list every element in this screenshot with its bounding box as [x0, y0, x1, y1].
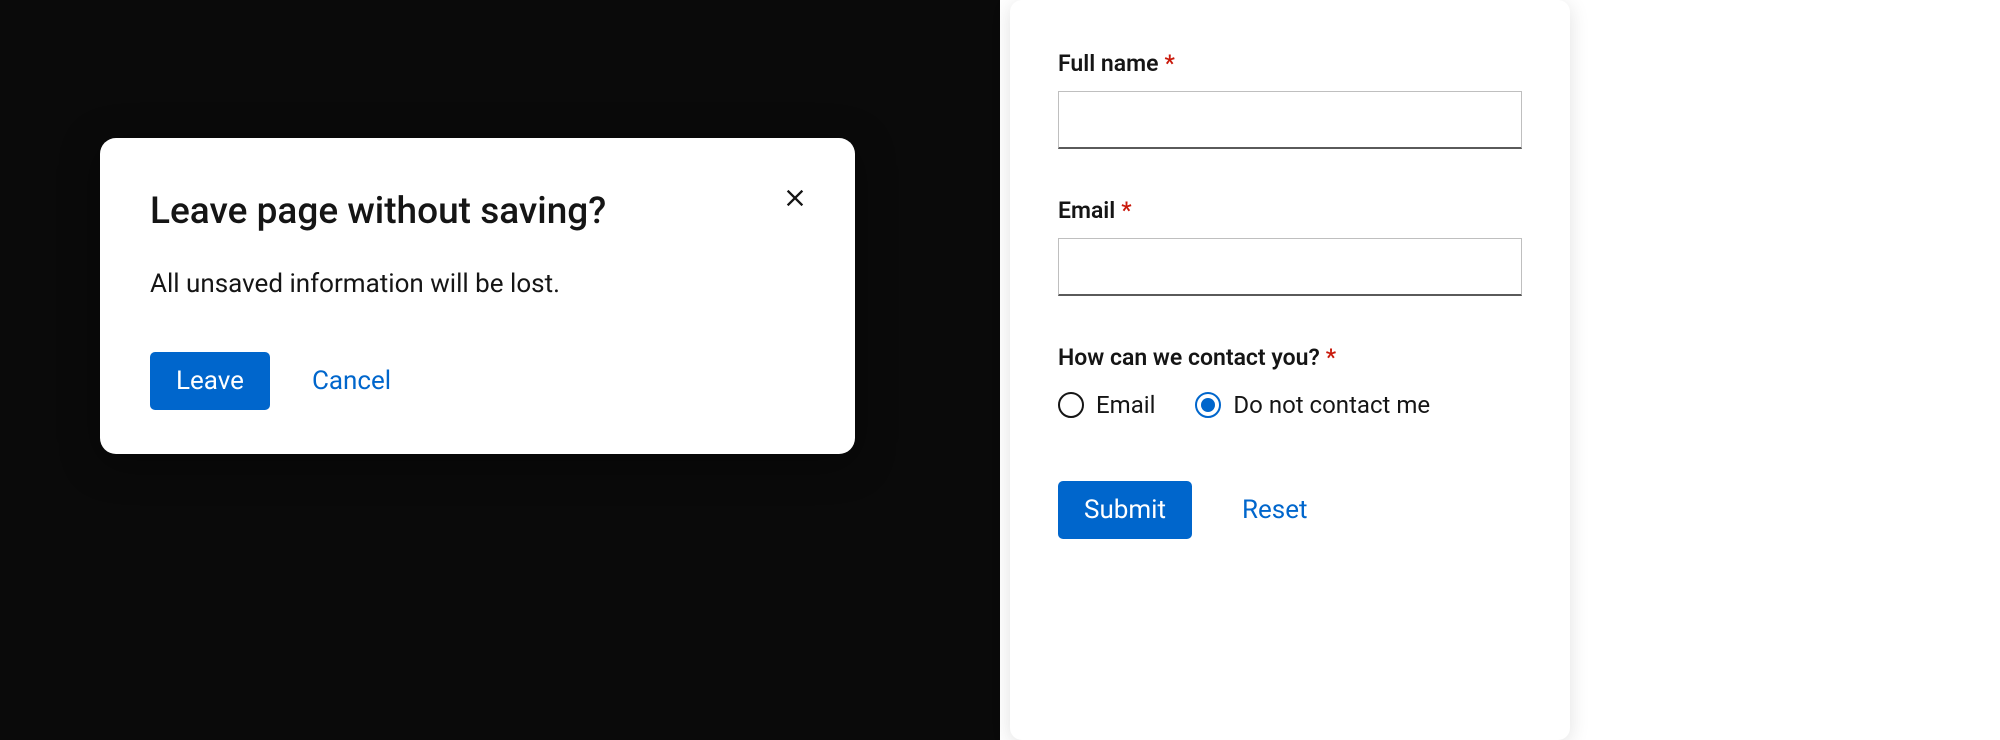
- radio-group: Email Do not contact me: [1058, 391, 1522, 419]
- contact-method-label-text: How can we contact you?: [1058, 344, 1320, 371]
- fullname-label: Full name*: [1058, 50, 1522, 77]
- form-actions: Submit Reset: [1058, 481, 1522, 539]
- radio-label: Email: [1096, 391, 1155, 419]
- modal-footer: Leave Cancel: [150, 352, 805, 410]
- radio-option-no-contact[interactable]: Do not contact me: [1195, 391, 1430, 419]
- email-label-text: Email: [1058, 197, 1115, 224]
- dark-backdrop: Leave page without saving? All unsaved i…: [0, 0, 1000, 740]
- fullname-input[interactable]: [1058, 91, 1522, 149]
- fullname-group: Full name*: [1058, 50, 1522, 149]
- radio-circle-checked-icon: [1195, 392, 1221, 418]
- leave-page-modal: Leave page without saving? All unsaved i…: [100, 138, 855, 454]
- contact-method-group: How can we contact you?* Email Do not co…: [1058, 344, 1522, 419]
- close-button[interactable]: [777, 180, 813, 216]
- radio-dot-icon: [1201, 398, 1215, 412]
- modal-body: All unsaved information will be lost.: [150, 266, 805, 302]
- required-asterisk: *: [1326, 344, 1336, 371]
- email-input[interactable]: [1058, 238, 1522, 296]
- radio-circle-icon: [1058, 392, 1084, 418]
- modal-title: Leave page without saving?: [150, 188, 606, 236]
- email-group: Email*: [1058, 197, 1522, 296]
- required-asterisk: *: [1121, 197, 1131, 224]
- radio-label: Do not contact me: [1233, 391, 1430, 419]
- close-icon: [781, 184, 809, 212]
- leave-button[interactable]: Leave: [150, 352, 270, 410]
- cancel-button[interactable]: Cancel: [312, 352, 391, 410]
- modal-header: Leave page without saving?: [150, 188, 805, 236]
- contact-method-label: How can we contact you?*: [1058, 344, 1522, 371]
- contact-form: Full name* Email* How can we contact you…: [1010, 0, 1570, 740]
- radio-option-email[interactable]: Email: [1058, 391, 1155, 419]
- required-asterisk: *: [1164, 50, 1174, 77]
- fullname-label-text: Full name: [1058, 50, 1158, 77]
- form-panel: Full name* Email* How can we contact you…: [1000, 0, 2000, 740]
- submit-button[interactable]: Submit: [1058, 481, 1192, 539]
- email-label: Email*: [1058, 197, 1522, 224]
- reset-button[interactable]: Reset: [1242, 481, 1308, 539]
